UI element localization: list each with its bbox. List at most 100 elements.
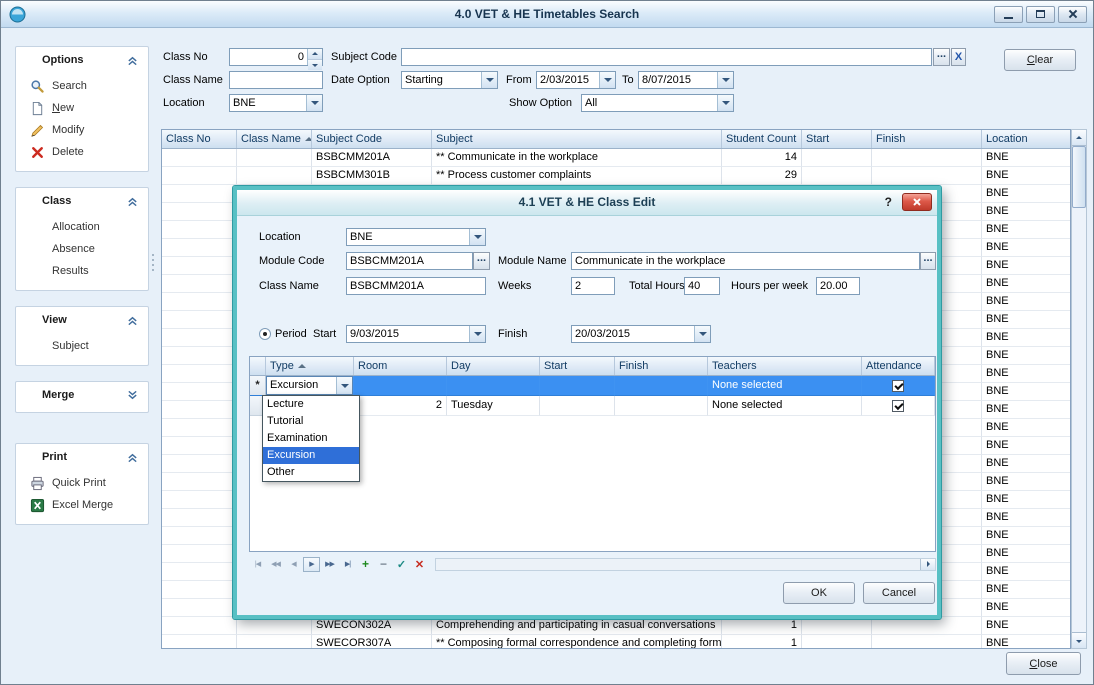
dialog-location-combo[interactable]: BNE	[346, 228, 486, 246]
delete-record-button[interactable]: −	[375, 557, 392, 572]
type-option-tutorial[interactable]: Tutorial	[263, 413, 359, 430]
period-finish-combo[interactable]: 20/03/2015	[571, 325, 711, 343]
prior-record-button[interactable]: ◀	[285, 557, 302, 572]
col-header-start[interactable]: Start	[540, 357, 615, 375]
period-start-combo[interactable]: 9/03/2015	[346, 325, 486, 343]
scroll-up-icon[interactable]	[1072, 130, 1086, 146]
sidebar-item-delete[interactable]: Delete	[16, 141, 148, 163]
table-row[interactable]: BSBCMM301B** Process customer complaints…	[162, 167, 1070, 185]
show-option-combo[interactable]: All	[581, 94, 734, 112]
help-button[interactable]: ?	[885, 195, 892, 209]
chevron-down-icon[interactable]	[717, 72, 733, 88]
col-header-teachers[interactable]: Teachers	[708, 357, 862, 375]
module-code-input[interactable]	[347, 255, 472, 267]
location-combo[interactable]: BNE	[229, 94, 323, 112]
class-name-input[interactable]	[230, 74, 322, 86]
dialog-close-button[interactable]	[902, 193, 932, 211]
cancel-button[interactable]: Cancel	[863, 582, 935, 604]
to-date-combo[interactable]: 8/07/2015	[638, 71, 734, 89]
maximize-restore-button[interactable]	[1026, 6, 1055, 23]
minimize-button[interactable]	[994, 6, 1023, 23]
close-button[interactable]: Close	[1006, 652, 1081, 675]
col-header-start[interactable]: Start	[802, 130, 872, 148]
weeks-field[interactable]	[571, 277, 615, 295]
col-header-finish[interactable]: Finish	[872, 130, 982, 148]
chevron-down-icon[interactable]	[717, 95, 733, 111]
attendance-checkbox[interactable]	[892, 380, 904, 392]
total-hours-field[interactable]	[684, 277, 720, 295]
table-row[interactable]: SWECOR307A** Composing formal correspond…	[162, 635, 1070, 649]
date-option-combo[interactable]: Starting	[401, 71, 498, 89]
hours-per-week-input[interactable]	[817, 280, 859, 292]
section-header-class[interactable]: Class	[16, 188, 148, 214]
module-code-field[interactable]	[346, 252, 473, 270]
sidebar-item-new[interactable]: New	[16, 97, 148, 119]
chevron-down-icon[interactable]	[481, 72, 497, 88]
first-record-button[interactable]: |◀	[249, 557, 266, 572]
insert-record-button[interactable]: +	[357, 557, 374, 572]
section-header-view[interactable]: View	[16, 307, 148, 333]
sidebar-item-excel-merge[interactable]: Excel Merge	[16, 494, 148, 516]
chevron-down-icon[interactable]	[469, 326, 485, 342]
module-name-lookup-button[interactable]: ...	[920, 252, 936, 270]
col-header-class-no[interactable]: Class No	[162, 130, 237, 148]
attendance-checkbox[interactable]	[892, 400, 904, 412]
from-date-combo[interactable]: 2/03/2015	[536, 71, 616, 89]
next-record-button[interactable]: ▶	[303, 557, 320, 572]
table-row[interactable]: SWECON302AComprehending and participatin…	[162, 617, 1070, 635]
type-option-other[interactable]: Other	[263, 464, 359, 481]
col-header-student-count[interactable]: Student Count	[722, 130, 802, 148]
col-header-type[interactable]: Type	[266, 357, 354, 375]
clear-button[interactable]: Clear	[1004, 49, 1076, 71]
subject-code-input[interactable]	[402, 51, 931, 63]
vertical-scrollbar[interactable]	[1071, 129, 1087, 649]
sidebar-item-quick-print[interactable]: Quick Print	[16, 472, 148, 494]
chevron-down-icon[interactable]	[306, 95, 322, 111]
type-editor-combo[interactable]: Excursion	[266, 376, 353, 395]
chevron-up-icon[interactable]	[126, 315, 139, 326]
sidebar-item-absence[interactable]: Absence	[16, 238, 148, 260]
col-header-finish[interactable]: Finish	[615, 357, 708, 375]
col-header-room[interactable]: Room	[354, 357, 447, 375]
section-header-options[interactable]: Options	[16, 47, 148, 73]
subject-code-clear-button[interactable]: X	[951, 48, 966, 66]
spinner-arrows-icon[interactable]	[307, 49, 322, 65]
post-record-button[interactable]: ✓	[393, 557, 410, 572]
scroll-down-icon[interactable]	[1072, 632, 1086, 648]
chevron-up-icon[interactable]	[126, 452, 139, 463]
chevron-down-icon[interactable]	[599, 72, 615, 88]
chevron-up-icon[interactable]	[126, 196, 139, 207]
dialog-class-name-input[interactable]	[347, 280, 485, 292]
section-header-merge[interactable]: Merge	[16, 382, 148, 408]
last-record-button[interactable]: ▶|	[339, 557, 356, 572]
period-radio[interactable]	[259, 328, 271, 340]
class-no-input[interactable]	[230, 51, 307, 63]
type-option-lecture[interactable]: Lecture	[263, 396, 359, 413]
sidebar-item-modify[interactable]: Modify	[16, 119, 148, 141]
close-window-button[interactable]	[1058, 6, 1087, 23]
sidebar-item-results[interactable]: Results	[16, 260, 148, 282]
chevron-down-icon[interactable]	[694, 326, 710, 342]
dialog-class-name-field[interactable]	[346, 277, 486, 295]
module-name-field[interactable]	[571, 252, 920, 270]
col-header-subject[interactable]: Subject	[432, 130, 722, 148]
sidebar-item-search[interactable]: Search	[16, 75, 148, 97]
scroll-thumb[interactable]	[1072, 146, 1086, 208]
type-option-examination[interactable]: Examination	[263, 430, 359, 447]
total-hours-input[interactable]	[685, 280, 719, 292]
type-option-excursion[interactable]: Excursion	[263, 447, 359, 464]
splitter[interactable]	[150, 46, 156, 649]
sidebar-item-allocation[interactable]: Allocation	[16, 216, 148, 238]
horizontal-scrollbar[interactable]	[435, 558, 936, 571]
col-header-subject-code[interactable]: Subject Code	[312, 130, 432, 148]
chevron-down-icon[interactable]	[336, 377, 352, 394]
hours-per-week-field[interactable]	[816, 277, 860, 295]
module-code-lookup-button[interactable]: ...	[473, 252, 490, 270]
subject-code-field[interactable]	[401, 48, 932, 66]
ok-button[interactable]: OK	[783, 582, 855, 604]
col-header-class-name[interactable]: Class Name	[237, 130, 312, 148]
table-row[interactable]: BSBCMM201A** Communicate in the workplac…	[162, 149, 1070, 167]
chevron-down-icon[interactable]	[469, 229, 485, 245]
chevron-down-icon[interactable]	[126, 390, 139, 401]
col-header-day[interactable]: Day	[447, 357, 540, 375]
